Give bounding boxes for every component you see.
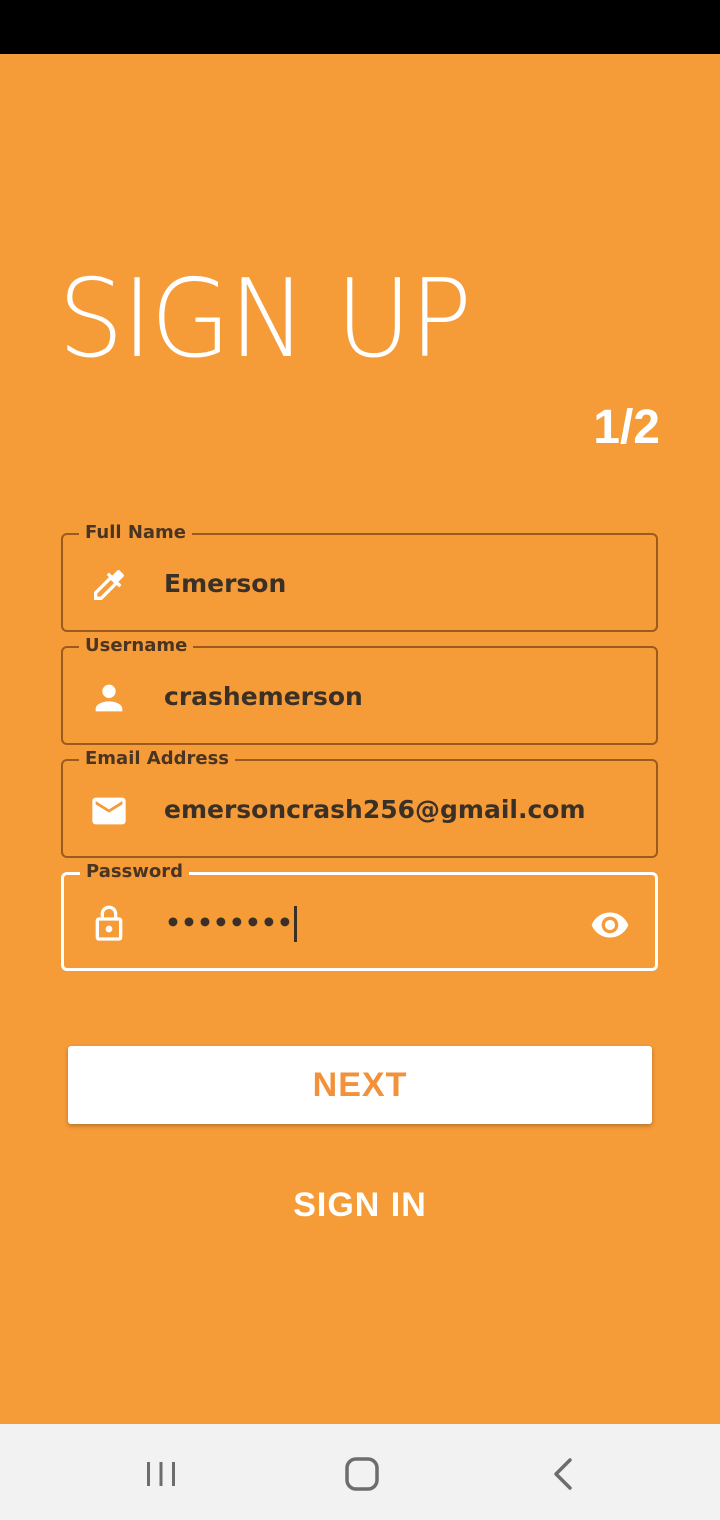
home-icon[interactable]: [342, 1454, 382, 1494]
sign-in-link[interactable]: SIGN IN: [0, 1186, 720, 1225]
username-value: crashemerson: [164, 682, 363, 711]
lock-icon: [95, 905, 123, 941]
username-label: Username: [79, 634, 194, 658]
next-button[interactable]: NEXT: [68, 1046, 652, 1124]
username-field[interactable]: Username crashemerson: [61, 634, 658, 745]
status-bar: [0, 0, 720, 54]
back-icon[interactable]: [544, 1454, 584, 1494]
full-name-value: Emerson: [164, 569, 287, 598]
password-value[interactable]: ••••••••: [165, 903, 297, 943]
email-value: emersoncrash256@gmail.com: [164, 795, 586, 824]
text-cursor: [293, 906, 297, 942]
eye-icon[interactable]: [587, 905, 633, 945]
step-indicator: 1/2: [593, 401, 660, 454]
person-icon: [95, 684, 123, 712]
page-title: SIGN UP: [58, 257, 472, 382]
email-field[interactable]: Email Address emersoncrash256@gmail.com: [61, 747, 658, 858]
email-label: Email Address: [79, 747, 236, 771]
pen-icon: [94, 570, 124, 600]
full-name-label: Full Name: [79, 521, 192, 545]
mail-icon: [92, 797, 126, 825]
navigation-bar: [0, 1424, 720, 1520]
password-field[interactable]: Password ••••••••: [61, 860, 658, 971]
password-label: Password: [80, 860, 190, 884]
full-name-field[interactable]: Full Name Emerson: [61, 521, 658, 632]
recent-apps-icon[interactable]: [141, 1454, 181, 1494]
